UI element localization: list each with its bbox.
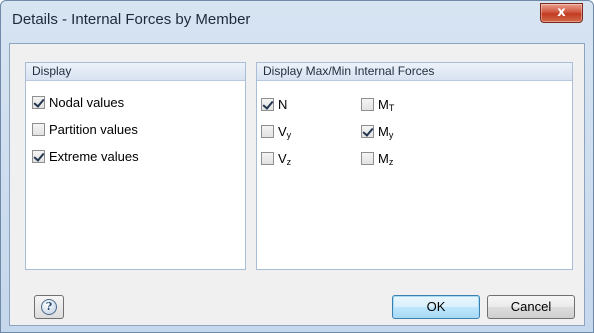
force-symbol: M [378, 97, 389, 112]
title-bar[interactable]: Details - Internal Forces by Member x [1, 1, 593, 43]
display-panel-header: Display [26, 63, 245, 81]
checkbox-force-mz[interactable]: Mz [361, 151, 393, 170]
close-button[interactable]: x [540, 3, 583, 23]
force-symbol: N [278, 97, 288, 112]
maxmin-panel-header: Display Max/Min Internal Forces [257, 63, 572, 81]
checkbox-label: Partition values [49, 122, 138, 137]
window-title: Details - Internal Forces by Member [12, 11, 251, 28]
checkbox-force-vy[interactable]: Vy [261, 124, 291, 143]
force-subscript: z [388, 157, 394, 167]
checkbox-box[interactable] [32, 123, 45, 136]
checkbox-box[interactable] [261, 98, 274, 111]
checkbox-box[interactable] [361, 98, 374, 111]
checkbox-extreme-values[interactable]: Extreme values [32, 149, 139, 164]
checkbox-box[interactable] [361, 152, 374, 165]
display-panel: Display Nodal values Partition values Ex… [25, 62, 246, 270]
force-subscript: T [388, 103, 395, 113]
close-icon: x [557, 5, 566, 20]
checkbox-box[interactable] [361, 125, 374, 138]
checkbox-force-n[interactable]: N [261, 97, 287, 112]
force-symbol: M [378, 151, 389, 166]
force-subscript: y [388, 130, 394, 140]
maxmin-forces-panel: Display Max/Min Internal Forces N Vy Vz … [256, 62, 573, 270]
help-icon: ? [41, 299, 57, 315]
checkbox-nodal-values[interactable]: Nodal values [32, 95, 124, 110]
checkbox-force-my[interactable]: My [361, 124, 393, 143]
checkbox-box[interactable] [261, 125, 274, 138]
force-symbol: V [278, 124, 287, 139]
help-button[interactable]: ? [34, 295, 64, 319]
ok-button[interactable]: OK [392, 295, 480, 319]
checkbox-box[interactable] [32, 96, 45, 109]
force-subscript: z [286, 157, 292, 167]
force-symbol: M [378, 124, 389, 139]
checkbox-label: Nodal values [49, 95, 125, 110]
checkbox-box[interactable] [261, 152, 274, 165]
checkbox-force-mt[interactable]: MT [361, 97, 394, 116]
force-symbol: V [278, 151, 287, 166]
checkbox-partition-values[interactable]: Partition values [32, 122, 138, 137]
cancel-button[interactable]: Cancel [487, 295, 575, 319]
checkbox-label: Extreme values [49, 149, 139, 164]
checkbox-box[interactable] [32, 150, 45, 163]
dialog-body: Display Nodal values Partition values Ex… [9, 43, 585, 326]
force-subscript: y [286, 130, 292, 140]
dialog-window: Details - Internal Forces by Member x Di… [0, 0, 594, 333]
checkbox-force-vz[interactable]: Vz [261, 151, 291, 170]
